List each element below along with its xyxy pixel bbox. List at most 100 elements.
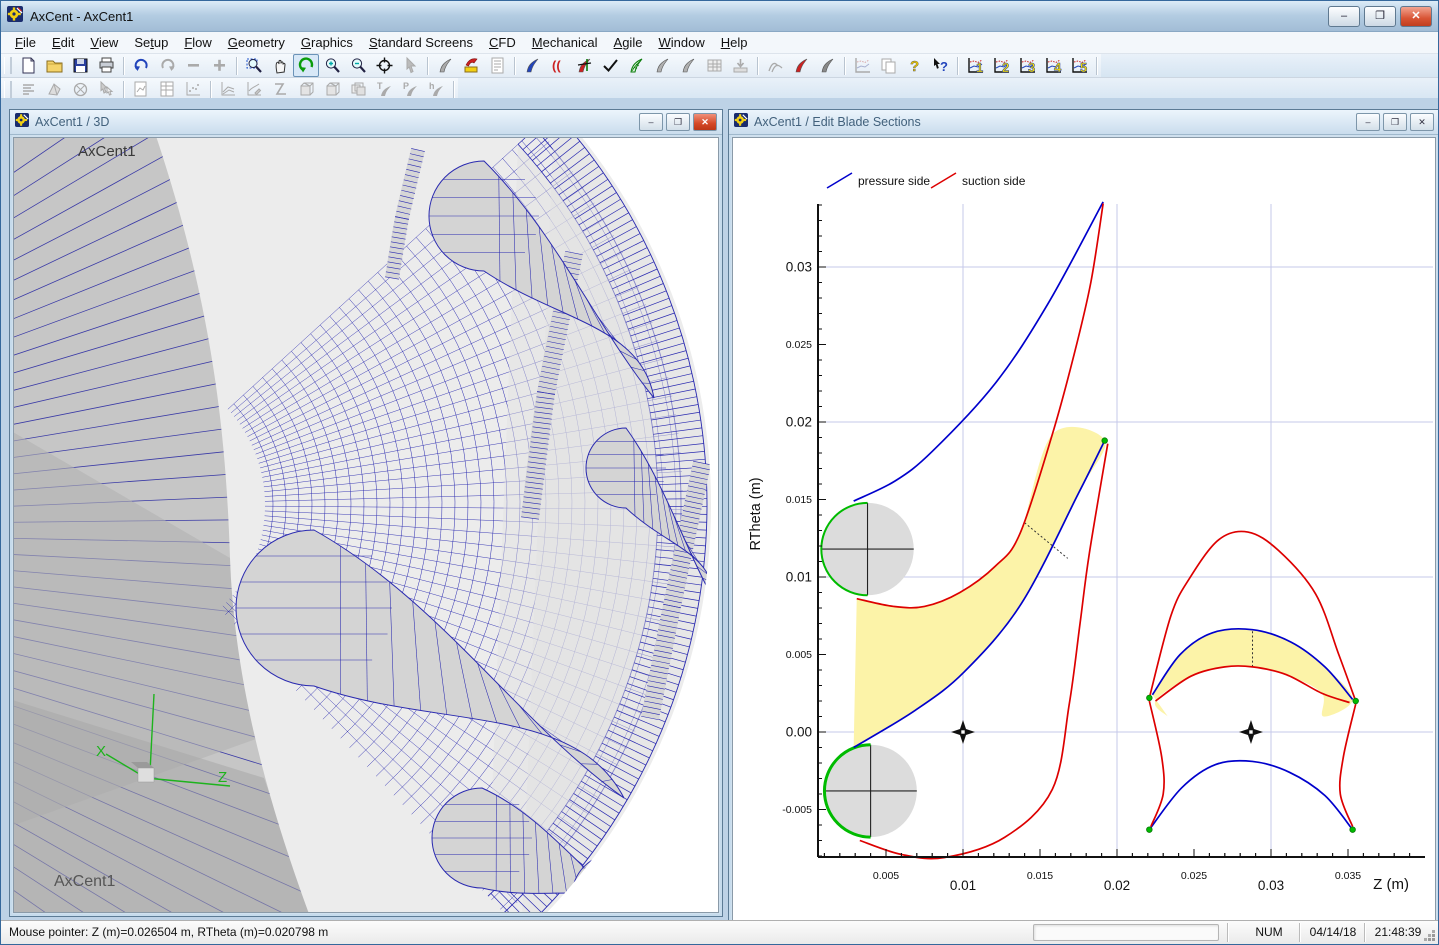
blade-minimize-button[interactable]: –	[1356, 113, 1380, 131]
blade-gray-button[interactable]	[814, 54, 840, 77]
save-button[interactable]	[67, 54, 93, 77]
toolbar-grip[interactable]	[4, 81, 12, 98]
menu-file[interactable]: File	[7, 33, 44, 52]
import-drop-button	[727, 54, 753, 77]
standard-screen-1-button[interactable]: 1	[962, 54, 988, 77]
standard-screen-4-button[interactable]: 4	[1040, 54, 1066, 77]
maximize-button[interactable]: ❐	[1364, 5, 1396, 27]
section-endpoint-dot[interactable]	[1146, 694, 1153, 702]
rotate-view-button[interactable]	[293, 54, 319, 77]
wrap-left-suction-edge-curve[interactable]	[1148, 700, 1165, 827]
window-3d-view: AxCent1 / 3D – ❐ ✕ X Z AxCent1 AxCent1	[9, 109, 723, 917]
menu-view[interactable]: View	[82, 33, 126, 52]
center-view-button[interactable]	[371, 54, 397, 77]
menu-edit[interactable]: Edit	[44, 33, 82, 52]
menu-window[interactable]: Window	[650, 33, 712, 52]
svg-text:?: ?	[940, 59, 948, 74]
close-button[interactable]: ✕	[1400, 5, 1432, 27]
svg-text:2: 2	[1002, 60, 1009, 75]
3d-viewport[interactable]: X Z AxCent1 AxCent1	[13, 137, 719, 913]
menu-cfd[interactable]: CFD	[481, 33, 524, 52]
origin-cube	[137, 767, 155, 783]
menu-agile[interactable]: Agile	[606, 33, 651, 52]
y-tick-label: 0.025	[786, 339, 812, 351]
app-titlebar[interactable]: AxCent - AxCent1 – ❐ ✕	[1, 1, 1438, 32]
section-endpoint-dot[interactable]	[1352, 697, 1359, 705]
zoom-out-button[interactable]	[345, 54, 371, 77]
help-button[interactable]: ?	[901, 54, 927, 77]
y-tick-label: 0.01	[786, 570, 812, 585]
svg-text:1: 1	[976, 60, 983, 75]
select-cursor-button	[397, 54, 423, 77]
section-endpoint-dot[interactable]	[1349, 826, 1356, 833]
menu-flow[interactable]: Flow	[176, 33, 219, 52]
3d-restore-button[interactable]: ❐	[666, 113, 690, 131]
menu-mechanical[interactable]: Mechanical	[524, 33, 606, 52]
blade-marker-button[interactable]	[571, 54, 597, 77]
toolbar-separator	[236, 56, 237, 75]
menu-geometry[interactable]: Geometry	[220, 33, 293, 52]
minimize-button[interactable]: –	[1328, 5, 1360, 27]
menu-help[interactable]: Help	[713, 33, 756, 52]
watermark-top: AxCent1	[78, 143, 136, 160]
blade-window-titlebar[interactable]: AxCent1 / Edit Blade Sections – ❐ ✕	[729, 110, 1438, 135]
wrap-right-suction-edge-curve[interactable]	[1338, 703, 1357, 827]
z-axis-label: Z	[218, 769, 227, 786]
standard-screen-2-button[interactable]: 2	[988, 54, 1014, 77]
standard-screen-5-button[interactable]: 5	[1066, 54, 1092, 77]
menu-graphics[interactable]: Graphics	[293, 33, 361, 52]
svg-text:h: h	[429, 81, 435, 91]
mesh-blade-button[interactable]	[623, 54, 649, 77]
toolbar-separator	[757, 56, 758, 75]
toolbar-separator	[210, 80, 211, 99]
resize-grip[interactable]	[1432, 938, 1435, 941]
3d-window-icon	[15, 112, 29, 132]
menu-setup[interactable]: Setup	[126, 33, 176, 52]
blade-restore-button[interactable]: ❐	[1383, 113, 1407, 131]
zoom-in-button[interactable]	[319, 54, 345, 77]
x-tick-label: 0.015	[1027, 870, 1053, 882]
3d-close-button[interactable]: ✕	[693, 113, 717, 131]
vane-rows-button[interactable]: ((	[545, 54, 571, 77]
zoom-window-button[interactable]	[241, 54, 267, 77]
watermark-bottom: AxCent1	[54, 873, 115, 890]
standard-screen-3-button[interactable]: 3	[1014, 54, 1040, 77]
report-button	[484, 54, 510, 77]
new-document-button[interactable]	[15, 54, 41, 77]
export-geometry-button[interactable]	[458, 54, 484, 77]
y-tick-label: -0.005	[782, 804, 812, 816]
status-message: Mouse pointer: Z (m)=0.026504 m, RTheta …	[9, 925, 329, 939]
undo-button[interactable]	[128, 54, 154, 77]
blade-sections-chart[interactable]: 0.005 0.01 0.015 0.02 0.025 0.03 0.035 0.03 0.02…	[733, 138, 1435, 928]
svg-text:T: T	[377, 81, 383, 91]
section-endpoint-dot[interactable]	[1146, 826, 1153, 833]
blade-sections-chart-area[interactable]: 0.005 0.01 0.015 0.02 0.025 0.03 0.035 0.03 0.02…	[732, 137, 1436, 929]
context-help-button[interactable]: ?	[927, 54, 953, 77]
toolbar-separator	[514, 56, 515, 75]
accept-check-button[interactable]	[597, 54, 623, 77]
blade-tool-button	[432, 54, 458, 77]
blade-red-button[interactable]	[788, 54, 814, 77]
pan-button[interactable]	[267, 54, 293, 77]
toolbar-empty-area	[1101, 54, 1438, 77]
3d-window-titlebar[interactable]: AxCent1 / 3D – ❐ ✕	[10, 110, 722, 135]
toolbar-separator	[844, 56, 845, 75]
print-button[interactable]	[93, 54, 119, 77]
toolbar-grip[interactable]	[4, 57, 12, 74]
y-tick-label: 0.015	[786, 494, 812, 506]
curves-tool-button	[762, 54, 788, 77]
x-tick-label: 0.01	[950, 878, 976, 893]
blade-stack-button[interactable]	[519, 54, 545, 77]
blade-close-button[interactable]: ✕	[1410, 113, 1434, 131]
y-tick-label: 0.03	[786, 260, 812, 275]
menu-standard-screens[interactable]: Standard Screens	[361, 33, 481, 52]
window-blade-sections: AxCent1 / Edit Blade Sections – ❐ ✕ 0.00…	[728, 109, 1438, 933]
open-file-button[interactable]	[41, 54, 67, 77]
section-endpoint-dot[interactable]	[1101, 437, 1108, 444]
wrap-lower-pressure-arch-curve[interactable]	[1148, 759, 1354, 831]
toolbar-separator	[427, 56, 428, 75]
impeller-wireframe[interactable]: X Z AxCent1 AxCent1	[14, 138, 718, 913]
toolbar-separator	[957, 56, 958, 75]
copy-plot-button	[875, 54, 901, 77]
3d-minimize-button[interactable]: –	[639, 113, 663, 131]
